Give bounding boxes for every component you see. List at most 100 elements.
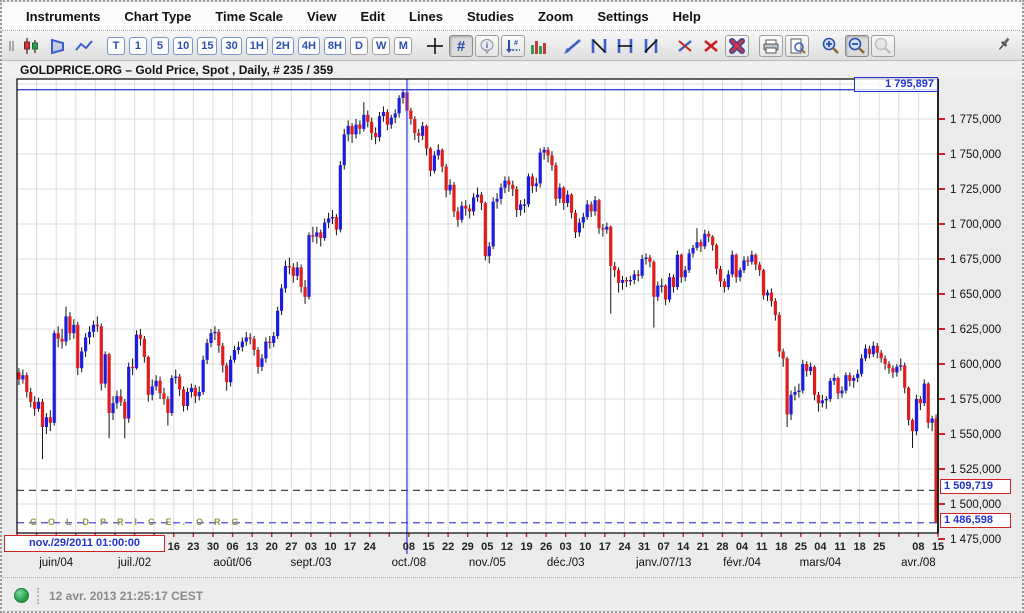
candle-up xyxy=(742,260,745,270)
candle-down xyxy=(723,281,726,287)
candle-up xyxy=(92,325,95,332)
vertical-line-icon[interactable] xyxy=(639,35,663,57)
candle-up xyxy=(727,274,730,287)
statusbar-divider xyxy=(37,588,39,604)
interval-button-m[interactable]: M xyxy=(394,37,412,55)
candle-down xyxy=(774,301,777,315)
candle-down xyxy=(158,381,161,394)
candle-down xyxy=(417,133,420,136)
svg-text:#: # xyxy=(457,38,466,54)
candle-up xyxy=(460,206,463,220)
grid-toggle-icon[interactable]: # xyxy=(449,35,473,57)
x-axis-day-label: 21 xyxy=(697,541,709,553)
interval-button-1h[interactable]: 1H xyxy=(246,37,268,55)
interval-button-1[interactable]: 1 xyxy=(129,37,147,55)
interval-button-15[interactable]: 15 xyxy=(197,37,217,55)
menu-lines[interactable]: Lines xyxy=(397,9,455,24)
crosshair-icon[interactable] xyxy=(423,35,447,57)
candle-down xyxy=(441,150,444,167)
x-axis-month-label: déc./03 xyxy=(547,557,585,569)
interval-button-30[interactable]: 30 xyxy=(221,37,241,55)
candlestick-chart-icon[interactable] xyxy=(20,35,44,57)
candle-down xyxy=(570,195,573,213)
candle-up xyxy=(205,343,208,360)
menu-settings[interactable]: Settings xyxy=(585,9,660,24)
x-axis-month-label: août/06 xyxy=(213,557,251,569)
candle-down xyxy=(100,326,103,383)
menu-help[interactable]: Help xyxy=(661,9,713,24)
candle-up xyxy=(641,259,644,276)
x-axis-month-label: janv./07/13 xyxy=(635,557,691,569)
y-axis-label: 1 700,000 xyxy=(950,219,1001,231)
zoom-out-icon[interactable] xyxy=(845,35,869,57)
x-axis-day-label: 15 xyxy=(932,541,944,553)
delete-line-icon[interactable] xyxy=(699,35,723,57)
candle-up xyxy=(448,185,451,191)
candle-down xyxy=(131,367,134,368)
candle-up xyxy=(621,280,624,283)
menu-time-scale[interactable]: Time Scale xyxy=(203,9,295,24)
interval-button-t[interactable]: T xyxy=(107,37,125,55)
trend-channel-icon[interactable] xyxy=(587,35,611,57)
interval-button-w[interactable]: W xyxy=(372,37,390,55)
remove-line-icon[interactable] xyxy=(673,35,697,57)
candle-down xyxy=(405,92,408,110)
interval-button-4h[interactable]: 4H xyxy=(298,37,320,55)
candle-down xyxy=(637,274,640,275)
interval-button-10[interactable]: 10 xyxy=(173,37,193,55)
candle-up xyxy=(280,288,283,310)
candle-up xyxy=(931,419,934,423)
zoom-in-icon[interactable] xyxy=(819,35,843,57)
candle-down xyxy=(17,372,20,379)
axis-marker-icon[interactable]: # xyxy=(501,35,525,57)
candle-down xyxy=(256,350,259,367)
menu-edit[interactable]: Edit xyxy=(348,9,397,24)
candle-up xyxy=(229,360,232,382)
menu-chart-type[interactable]: Chart Type xyxy=(112,9,203,24)
y-axis-label: 1 625,000 xyxy=(950,324,1001,336)
candle-up xyxy=(703,234,706,247)
candle-down xyxy=(507,181,510,185)
interval-button-d[interactable]: D xyxy=(350,37,368,55)
interval-button-5[interactable]: 5 xyxy=(151,37,169,55)
candle-up xyxy=(644,258,647,259)
candle-down xyxy=(166,399,169,413)
x-axis-day-label: 16 xyxy=(168,541,180,553)
x-axis-day-label: 04 xyxy=(736,541,749,553)
candle-down xyxy=(221,346,224,366)
candle-down xyxy=(96,325,99,326)
interval-button-2h[interactable]: 2H xyxy=(272,37,294,55)
x-axis-day-label: 10 xyxy=(579,541,591,553)
candle-down xyxy=(268,342,271,343)
x-axis-month-label: juil./02 xyxy=(117,557,151,569)
pin-toolbar-icon[interactable] xyxy=(996,36,1012,57)
candle-up xyxy=(72,325,75,333)
price-line-label-mid: 1 509,719 xyxy=(940,479,1011,494)
menu-instruments[interactable]: Instruments xyxy=(14,9,112,24)
menu-studies[interactable]: Studies xyxy=(455,9,526,24)
toolbar-drag-handle[interactable]: ‖ xyxy=(8,38,16,54)
menu-zoom[interactable]: Zoom xyxy=(526,9,585,24)
candle-down xyxy=(711,237,714,245)
candle-down xyxy=(358,125,361,129)
candle-down xyxy=(335,217,338,230)
horizontal-line-icon[interactable] xyxy=(613,35,637,57)
candle-down xyxy=(919,399,922,403)
line-tools-group xyxy=(561,35,663,57)
volume-icon[interactable] xyxy=(527,35,551,57)
candle-up xyxy=(691,248,694,254)
candle-up xyxy=(923,384,926,404)
plot-border xyxy=(17,79,938,533)
interval-button-8h[interactable]: 8H xyxy=(324,37,346,55)
trend-line-icon[interactable] xyxy=(561,35,585,57)
x-axis-day-label: 17 xyxy=(344,541,356,553)
delete-all-lines-icon[interactable] xyxy=(725,35,749,57)
line-chart-icon[interactable] xyxy=(72,35,96,57)
candle-down xyxy=(456,211,459,219)
print-icon[interactable] xyxy=(759,35,783,57)
ohlc-chart-icon[interactable] xyxy=(46,35,70,57)
status-bar: 12 avr. 2013 21:25:17 CEST xyxy=(2,577,1022,613)
menu-view[interactable]: View xyxy=(295,9,348,24)
tooltip-balloon-icon[interactable]: i xyxy=(475,35,499,57)
print-preview-icon[interactable] xyxy=(785,35,809,57)
